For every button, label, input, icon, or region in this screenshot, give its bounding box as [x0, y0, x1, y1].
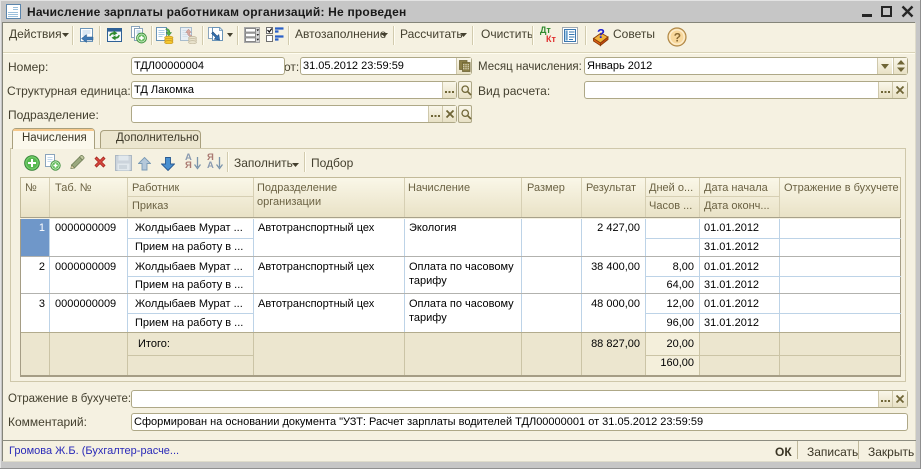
- svg-text:?: ?: [597, 26, 605, 41]
- svg-text:?: ?: [674, 31, 681, 45]
